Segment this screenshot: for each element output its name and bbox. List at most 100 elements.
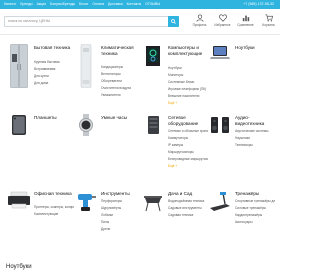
category-image[interactable]: [140, 44, 166, 88]
category-title[interactable]: Бытовая техника: [34, 45, 74, 51]
subcategory-link[interactable]: Встраиваемая: [34, 66, 74, 73]
subcategory-link[interactable]: Водоподъёмная техника: [168, 198, 208, 205]
subcategory-link[interactable]: Силовые тренажёры: [235, 205, 275, 212]
category-card[interactable]: Компьютеры и комплектующие Ноутбуки Мони…: [140, 38, 208, 105]
subcategory-link[interactable]: Беспроводные маршрутизаторы: [168, 156, 208, 163]
top-nav-promotions[interactable]: Акции: [37, 1, 46, 8]
category-image[interactable]: [6, 190, 32, 234]
category-title[interactable]: Тренажёры: [235, 191, 275, 197]
subcategory-link[interactable]: Маршрутизаторы: [168, 149, 208, 156]
subcategory-link[interactable]: Обогреватели: [101, 78, 141, 85]
category-card[interactable]: Ноутбуки: [207, 38, 275, 95]
subcategory-link[interactable]: Мониторы: [168, 72, 208, 79]
category-title[interactable]: Инструменты: [101, 191, 141, 197]
category-title[interactable]: Компьютеры и комплектующие: [168, 45, 208, 56]
category-image[interactable]: [6, 44, 32, 88]
category-image[interactable]: [207, 190, 233, 234]
more-link[interactable]: Ещё +: [168, 100, 208, 106]
category-card[interactable]: Бытовая техника Крупная бытовая Встраива…: [6, 38, 74, 95]
cart-button[interactable]: Корзина: [259, 14, 278, 31]
top-nav-contacts[interactable]: Контакты: [127, 1, 142, 8]
subcategory-link[interactable]: Перфораторы: [101, 198, 141, 205]
subcategory-link[interactable]: Акустические системы: [235, 128, 275, 135]
search-input[interactable]: поиск по каталогу, ЦЕНЫ: [8, 17, 50, 26]
category-title[interactable]: Ноутбуки: [235, 45, 275, 51]
subcategory-link[interactable]: Наушники: [235, 135, 275, 142]
subcategory-link[interactable]: Лобзики: [101, 212, 141, 219]
subcategory-link[interactable]: Садовые инструменты: [168, 205, 208, 212]
category-card[interactable]: Умные часы: [73, 108, 141, 165]
subcategory-link[interactable]: Для кухни: [34, 73, 74, 80]
category-title[interactable]: Офисная техника: [34, 191, 74, 197]
category-card[interactable]: Планшеты: [6, 108, 74, 165]
top-nav-bonuses[interactable]: Бонусы/Бренды: [50, 1, 75, 8]
subcategory-link[interactable]: Пилы: [101, 219, 141, 226]
top-nav-blogs[interactable]: Блоги: [79, 1, 88, 8]
subcategory-link[interactable]: Кондиционеры: [101, 64, 141, 71]
subcategory-link[interactable]: Садовая техника: [168, 212, 208, 219]
top-nav-catalog[interactable]: Каталог: [4, 1, 16, 8]
profile-button[interactable]: Профиль: [190, 14, 209, 31]
top-nav-reviews[interactable]: ОТЗЫВЫ: [145, 1, 160, 8]
subcategory-link[interactable]: Вентиляторы: [101, 71, 141, 78]
subcategory-link[interactable]: Коммутаторы: [168, 135, 208, 142]
search-button[interactable]: [168, 16, 179, 27]
subcategory-link[interactable]: Для дома: [34, 80, 74, 87]
category-title[interactable]: Сетевое оборудование: [168, 115, 208, 126]
category-title[interactable]: Аудио-видеотехника: [235, 115, 275, 126]
subcategory-link[interactable]: Ноутбуки: [168, 65, 208, 72]
subcategory-list: Акустические системы Наушники Телевизоры: [235, 128, 275, 149]
phone-number[interactable]: +7 (985) 137-95-32: [243, 1, 274, 8]
smartwatch-image: [79, 114, 93, 136]
favorites-button[interactable]: Избранное: [213, 14, 232, 31]
subcategory-link[interactable]: Дрели: [101, 226, 141, 233]
subcategory-link[interactable]: Внешние накопители: [168, 93, 208, 100]
category-card[interactable]: Инструменты Перфораторы Шуруповёрты Лобз…: [73, 184, 141, 241]
category-card[interactable]: Тренажёры Спортивные тренажёры для детей…: [207, 184, 275, 241]
category-image[interactable]: [73, 44, 99, 88]
category-title[interactable]: Планшеты: [34, 115, 74, 121]
subcategory-list: Принтеры, сканеры, копиры Комплектующие: [34, 204, 74, 218]
compare-icon: [242, 15, 249, 22]
fridge-image: [10, 44, 28, 88]
category-title[interactable]: Климатическая техника: [101, 45, 141, 56]
category-card[interactable]: Офисная техника Принтеры, сканеры, копир…: [6, 184, 74, 241]
category-image[interactable]: [73, 190, 99, 234]
top-bar: Каталог Бренды Акции Бонусы/Бренды Блоги…: [0, 0, 280, 9]
compare-button[interactable]: Сравнение: [236, 14, 255, 31]
subcategory-link[interactable]: Игровые платформы (ПК): [168, 86, 208, 93]
subcategory-link[interactable]: Сетевые и облачные хранилища (NAS, Cloud…: [168, 128, 208, 135]
subcategory-link[interactable]: Крупная бытовая: [34, 59, 74, 66]
subcategory-link[interactable]: Системные блоки: [168, 79, 208, 86]
category-image[interactable]: [73, 114, 99, 158]
category-card[interactable]: Сетевое оборудование Сетевые и облачные …: [140, 108, 208, 168]
category-card[interactable]: Аудио-видеотехника Акустические системы …: [207, 108, 275, 165]
subcategory-link[interactable]: Шуруповёрты: [101, 205, 141, 212]
search-box[interactable]: поиск по каталогу, ЦЕНЫ: [4, 16, 179, 27]
subcategory-link[interactable]: Комплектующие: [34, 211, 74, 218]
subcategory-link[interactable]: Принтеры, сканеры, копиры: [34, 204, 74, 211]
category-image[interactable]: [140, 190, 166, 234]
category-image[interactable]: [207, 44, 233, 88]
category-card[interactable]: Дача и Сад Водоподъёмная техника Садовые…: [140, 184, 208, 241]
subcategory-link[interactable]: Увлажнители: [101, 92, 141, 99]
category-title[interactable]: Дача и Сад: [168, 191, 208, 197]
top-nav-brands[interactable]: Бренды: [20, 1, 32, 8]
top-nav-delivery[interactable]: Доставка: [108, 1, 123, 8]
category-image[interactable]: [207, 114, 233, 158]
more-link[interactable]: Ещё +: [168, 163, 208, 169]
subcategory-link[interactable]: Телевизоры: [235, 142, 275, 149]
search-icon: [171, 19, 176, 24]
computer-case-image: [146, 46, 160, 66]
category-image[interactable]: [140, 114, 166, 158]
category-title[interactable]: Умные часы: [101, 115, 141, 121]
subcategory-link[interactable]: Спортивные тренажёры для детей: [235, 198, 275, 205]
subcategory-link[interactable]: Кардиотренажёры: [235, 212, 275, 219]
top-nav-payment[interactable]: Оплата: [92, 1, 104, 8]
subcategory-link[interactable]: Очистители воздуха: [101, 85, 141, 92]
category-card[interactable]: Климатическая техника Кондиционеры Венти…: [73, 38, 141, 97]
drill-image: [78, 194, 96, 211]
subcategory-link[interactable]: Аксессуары: [235, 219, 275, 226]
subcategory-link[interactable]: IP камеры: [168, 142, 208, 149]
category-image[interactable]: [6, 114, 32, 158]
